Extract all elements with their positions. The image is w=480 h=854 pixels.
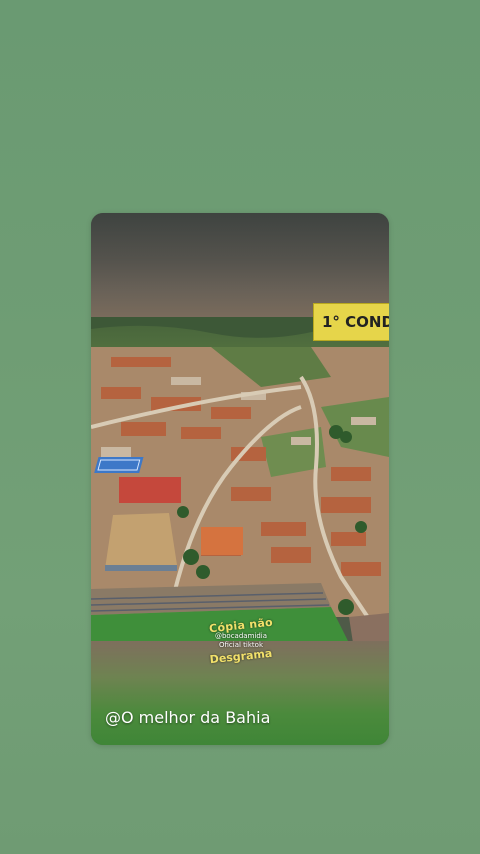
yellow-banner-label: 1° COND bbox=[313, 303, 389, 341]
video-card[interactable]: 1° COND Cópia não @bocadamidia Oficial t… bbox=[91, 213, 389, 745]
caption-text: @O melhor da Bahia bbox=[105, 708, 271, 727]
story-background: 1° COND Cópia não @bocadamidia Oficial t… bbox=[0, 0, 480, 854]
watermark-logo: Cópia não @bocadamidia Oficial tiktok De… bbox=[201, 616, 281, 681]
aerial-town-image bbox=[91, 317, 389, 643]
